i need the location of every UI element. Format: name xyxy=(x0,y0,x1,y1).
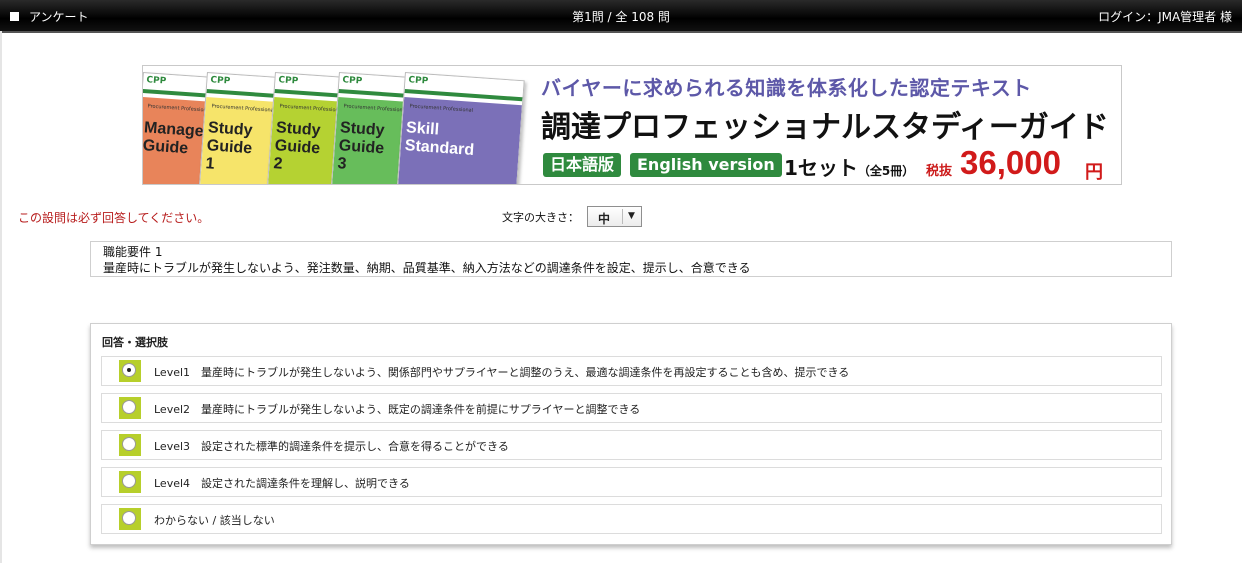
currency: 円 xyxy=(1085,162,1103,183)
question-title: 職能要件 1 xyxy=(103,245,163,259)
font-size-label: 文字の大きさ： xyxy=(502,211,579,224)
set-text: 1セット（全5冊） xyxy=(784,152,914,181)
banner-headline: バイヤーに求められる知識を体系化した認定テキスト xyxy=(541,78,1032,100)
answer-option-level4[interactable]: Level4 設定された調達条件を理解し、説明できる xyxy=(101,467,1162,497)
radio-button[interactable] xyxy=(122,511,136,525)
radio-cell[interactable] xyxy=(119,434,141,456)
answer-option-level1[interactable]: Level1 量産時にトラブルが発生しないよう、関係部門やサプライヤーと調整のう… xyxy=(101,356,1162,386)
radio-cell[interactable] xyxy=(119,508,141,530)
answer-panel: 回答・選択肢 Level1 量産時にトラブルが発生しないよう、関係部門やサプライ… xyxy=(90,323,1172,545)
tag-english: English version xyxy=(630,153,782,177)
chevron-down-icon[interactable]: ▼ xyxy=(628,211,635,221)
price: 36,000 xyxy=(960,144,1061,181)
answer-label[interactable]: Level3 設定された標準的調達条件を提示し、合意を得ることができる xyxy=(154,438,509,454)
radio-button[interactable] xyxy=(122,363,136,377)
book-logo: CPP xyxy=(278,75,299,87)
book-logo: CPP xyxy=(342,75,363,87)
answer-label[interactable]: Level1 量産時にトラブルが発生しないよう、関係部門やサプライヤーと調整のう… xyxy=(154,364,849,380)
question-progress: 第1問 / 全 108 問 xyxy=(572,10,670,24)
left-edge-divider xyxy=(0,31,2,563)
radio-cell[interactable] xyxy=(119,397,141,419)
font-size-value: 中 xyxy=(598,212,611,226)
answer-label[interactable]: わからない / 該当しない xyxy=(154,512,275,528)
book-cover-skill-standard: CPP Procurement Professional Skill Stand… xyxy=(397,72,525,184)
banner-title: 調達プロフェッショナルスタディーガイド xyxy=(541,111,1109,144)
answer-label[interactable]: Level4 設定された調達条件を理解し、説明できる xyxy=(154,475,410,491)
book-title-line: 2 xyxy=(273,155,284,173)
set-label: 1セット xyxy=(784,156,858,180)
book-logo: CPP xyxy=(210,75,231,87)
answer-heading: 回答・選択肢 xyxy=(102,336,168,349)
radio-button[interactable] xyxy=(122,474,136,488)
tag-japanese: 日本語版 xyxy=(543,153,622,177)
banner-text: バイヤーに求められる知識を体系化した認定テキスト 調達プロフェッショナルスタディ… xyxy=(541,66,1119,184)
radio-button[interactable] xyxy=(122,400,136,414)
font-size-select[interactable]: 中 ▼ xyxy=(587,206,642,227)
book-logo: CPP xyxy=(408,75,429,87)
question-text: 量産時にトラブルが発生しないよう、発注数量、納期、品質基準、納入方法などの調達条… xyxy=(103,261,751,275)
top-bar: アンケート 第1問 / 全 108 問 ログイン：JMA管理者 様 xyxy=(0,0,1242,33)
radio-cell[interactable] xyxy=(119,471,141,493)
answer-label[interactable]: Level2 量産時にトラブルが発生しないよう、既定の調達条件を前提にサプライヤ… xyxy=(154,401,640,417)
book-logo: CPP xyxy=(146,75,167,87)
answer-option-level3[interactable]: Level3 設定された標準的調達条件を提示し、合意を得ることができる xyxy=(101,430,1162,460)
promo-banner[interactable]: CPP Procurement Professional Manager Gui… xyxy=(142,65,1122,185)
radio-cell[interactable] xyxy=(119,360,141,382)
tax-label: 税抜 xyxy=(926,164,953,179)
required-notice: この設問は必ず回答してください。 xyxy=(18,211,210,225)
select-divider xyxy=(622,209,623,224)
question-box: 職能要件 1 量産時にトラブルが発生しないよう、発注数量、納期、品質基準、納入方… xyxy=(90,241,1172,277)
radio-selected-dot xyxy=(127,368,131,372)
book-title-line: 3 xyxy=(337,155,348,173)
answer-option-not-applicable[interactable]: わからない / 該当しない xyxy=(101,504,1162,534)
book-title-line: 1 xyxy=(205,155,216,173)
set-count: （全5冊） xyxy=(857,164,915,178)
book-covers: CPP Procurement Professional Manager Gui… xyxy=(143,66,529,184)
login-status: ログイン：JMA管理者 様 xyxy=(1098,10,1232,24)
answer-option-level2[interactable]: Level2 量産時にトラブルが発生しないよう、既定の調達条件を前提にサプライヤ… xyxy=(101,393,1162,423)
radio-button[interactable] xyxy=(122,437,136,451)
